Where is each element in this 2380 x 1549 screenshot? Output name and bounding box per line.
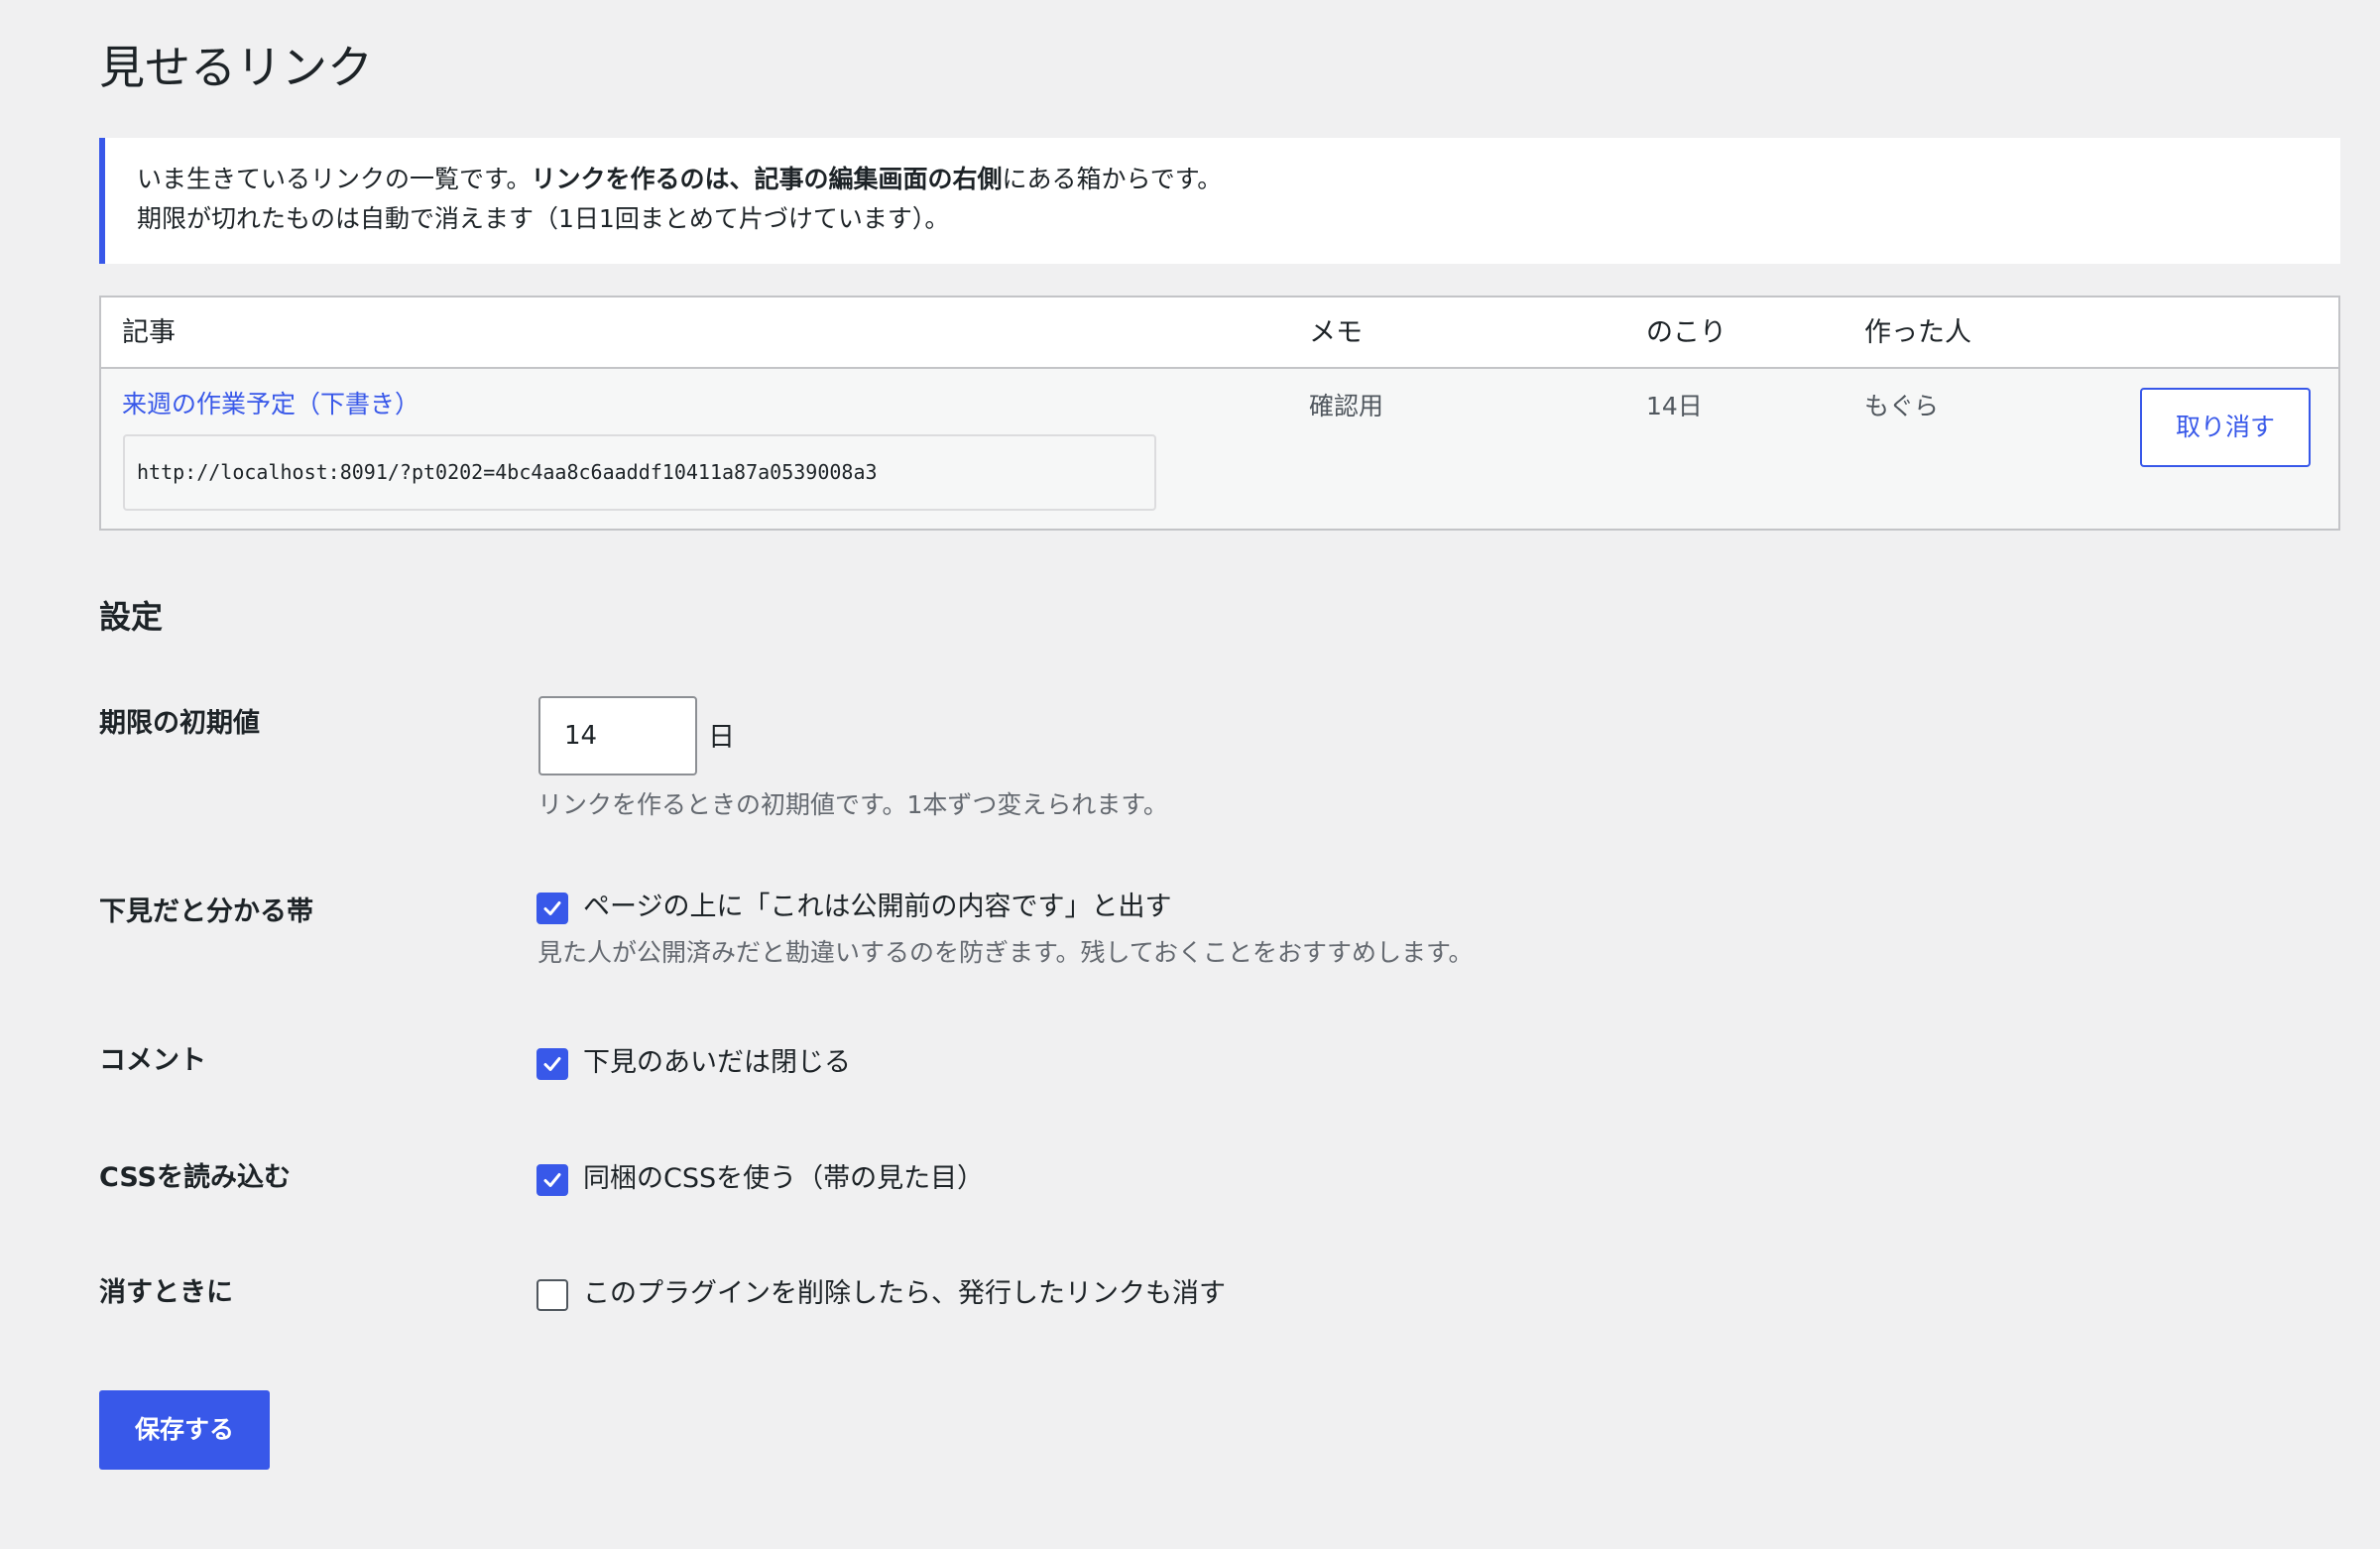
checkmark-icon xyxy=(543,901,561,915)
post-title-link[interactable]: 来週の作業予定（下書き） xyxy=(122,389,419,420)
checkmark-icon xyxy=(543,1057,561,1071)
css-label: CSSを読み込む xyxy=(99,1162,291,1193)
expiry-unit: 日 xyxy=(708,722,735,753)
banner-description: 見た人が公開済みだと勘違いするのを防ぎます。残しておくことをおすすめします。 xyxy=(537,938,1474,967)
css-option-label[interactable]: 同梱のCSSを使う（帯の見た目） xyxy=(583,1161,984,1197)
notice-text: いま生きているリンクの一覧です。 xyxy=(137,165,532,193)
preview-url-field[interactable]: http://localhost:8091/?pt0202=4bc4aa8c6a… xyxy=(123,434,1156,511)
author-cell: もぐら xyxy=(1864,392,1940,420)
info-notice: いま生きているリンクの一覧です。リンクを作るのは、記事の編集画面の右側にある箱か… xyxy=(99,138,2340,264)
css-checkbox[interactable] xyxy=(536,1164,568,1196)
revoke-button[interactable]: 取り消す xyxy=(2140,388,2311,467)
column-header-remaining: のこり xyxy=(1646,317,1726,348)
column-header-memo: メモ xyxy=(1309,317,1363,348)
banner-label: 下見だと分かる帯 xyxy=(99,896,313,927)
memo-cell: 確認用 xyxy=(1309,392,1384,420)
notice-emphasis: リンクを作るのは、記事の編集画面の右側 xyxy=(531,165,1003,193)
remaining-cell: 14日 xyxy=(1646,392,1703,420)
uninstall-option-label[interactable]: このプラグインを削除したら、発行したリンクも消す xyxy=(583,1276,1226,1312)
notice-line-1: いま生きているリンクの一覧です。リンクを作るのは、記事の編集画面の右側にある箱か… xyxy=(137,160,2340,199)
comments-label: コメント xyxy=(99,1045,206,1076)
column-header-author: 作った人 xyxy=(1864,317,1971,348)
page-title: 見せるリンク xyxy=(99,41,373,94)
links-table: 記事 メモ のこり 作った人 来週の作業予定（下書き） http://local… xyxy=(99,296,2340,531)
notice-line-2: 期限が切れたものは自動で消えます（1日1回まとめて片づけています）。 xyxy=(137,204,950,233)
comments-checkbox[interactable] xyxy=(536,1048,568,1080)
uninstall-checkbox[interactable] xyxy=(536,1279,568,1311)
table-header: 記事 メモ のこり 作った人 xyxy=(101,298,2338,369)
checkmark-icon xyxy=(543,1173,561,1187)
uninstall-label: 消すときに xyxy=(99,1277,233,1308)
banner-checkbox[interactable] xyxy=(536,893,568,924)
banner-option-label[interactable]: ページの上に「これは公開前の内容です」と出す xyxy=(583,890,1171,925)
default-expiry-label: 期限の初期値 xyxy=(99,708,260,739)
comments-option-label[interactable]: 下見のあいだは閉じる xyxy=(583,1045,851,1081)
default-expiry-description: リンクを作るときの初期値です。1本ずつ変えられます。 xyxy=(537,790,1168,819)
notice-text: にある箱からです。 xyxy=(1002,165,1223,193)
settings-heading: 設定 xyxy=(99,598,164,636)
column-header-post: 記事 xyxy=(122,317,176,348)
default-expiry-input[interactable] xyxy=(538,696,697,775)
save-button[interactable]: 保存する xyxy=(99,1390,270,1470)
